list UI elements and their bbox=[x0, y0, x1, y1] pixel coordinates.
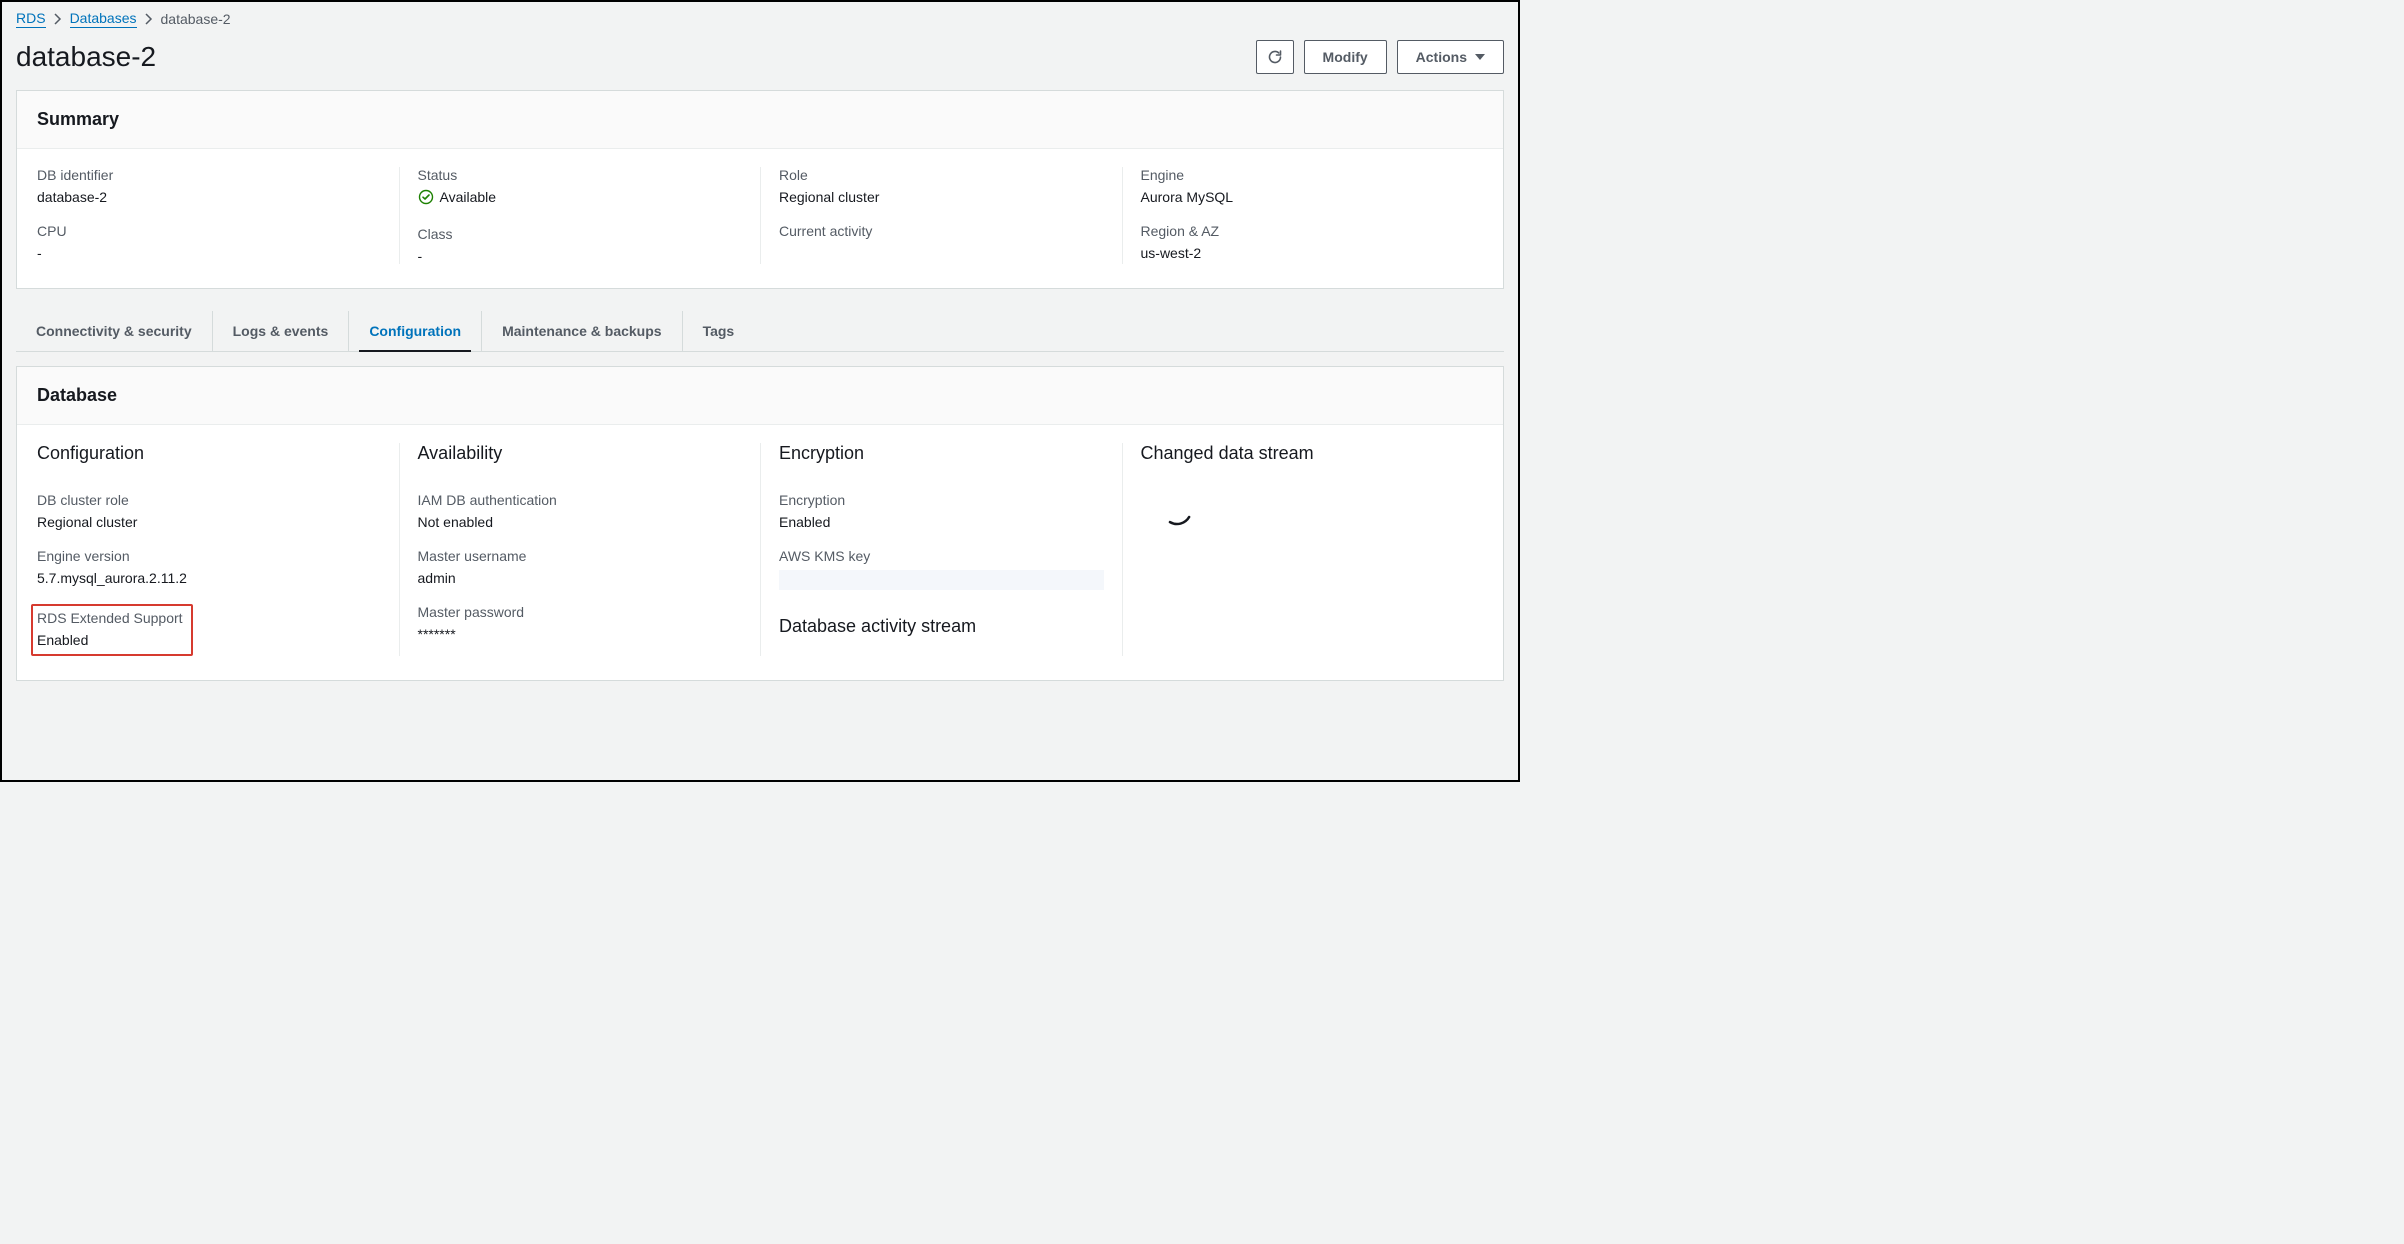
db-identifier-label: DB identifier bbox=[37, 167, 381, 183]
summary-header: Summary bbox=[17, 91, 1503, 149]
database-panel: Database Configuration DB cluster role R… bbox=[16, 366, 1504, 681]
master-password-label: Master password bbox=[418, 604, 743, 620]
rds-extended-support-label: RDS Extended Support bbox=[37, 610, 183, 626]
db-cluster-role-value: Regional cluster bbox=[37, 514, 381, 530]
database-header: Database bbox=[17, 367, 1503, 425]
encryption-heading: Encryption bbox=[779, 443, 1104, 464]
role-value: Regional cluster bbox=[779, 189, 1104, 205]
summary-panel: Summary DB identifier database-2 CPU - S… bbox=[16, 90, 1504, 289]
refresh-button[interactable] bbox=[1256, 40, 1294, 74]
master-password-value: ******* bbox=[418, 626, 743, 642]
actions-button[interactable]: Actions bbox=[1397, 40, 1504, 74]
class-label: Class bbox=[418, 226, 743, 242]
engine-label: Engine bbox=[1141, 167, 1466, 183]
page-title: database-2 bbox=[16, 41, 156, 73]
current-activity-label: Current activity bbox=[779, 223, 1104, 239]
database-title: Database bbox=[37, 385, 1483, 406]
actions-button-label: Actions bbox=[1416, 49, 1467, 65]
status-label: Status bbox=[418, 167, 743, 183]
changed-data-stream-heading: Changed data stream bbox=[1141, 443, 1466, 464]
region-az-value: us-west-2 bbox=[1141, 245, 1466, 261]
header-actions: Modify Actions bbox=[1256, 40, 1504, 74]
engine-version-value: 5.7.mysql_aurora.2.11.2 bbox=[37, 570, 381, 586]
rds-extended-support-highlight: RDS Extended Support Enabled bbox=[31, 604, 193, 656]
master-username-label: Master username bbox=[418, 548, 743, 564]
iam-auth-label: IAM DB authentication bbox=[418, 492, 743, 508]
kms-key-value-redacted bbox=[779, 570, 1104, 590]
encryption-label: Encryption bbox=[779, 492, 1104, 508]
tab-maintenance[interactable]: Maintenance & backups bbox=[482, 311, 683, 351]
tab-tags[interactable]: Tags bbox=[683, 311, 755, 351]
tabs: Connectivity & security Logs & events Co… bbox=[16, 311, 1504, 352]
refresh-icon bbox=[1267, 49, 1283, 65]
class-value: - bbox=[418, 248, 743, 264]
summary-title: Summary bbox=[37, 109, 1483, 130]
region-az-label: Region & AZ bbox=[1141, 223, 1466, 239]
master-username-value: admin bbox=[418, 570, 743, 586]
database-activity-stream-heading: Database activity stream bbox=[779, 616, 1104, 637]
cpu-value: - bbox=[37, 245, 381, 261]
availability-heading: Availability bbox=[418, 443, 743, 464]
rds-extended-support-value: Enabled bbox=[37, 632, 183, 648]
breadcrumb: RDS Databases database-2 bbox=[2, 2, 1518, 32]
status-text: Available bbox=[440, 189, 497, 205]
configuration-heading: Configuration bbox=[37, 443, 381, 464]
check-circle-icon bbox=[418, 189, 434, 205]
encryption-value: Enabled bbox=[779, 514, 1104, 530]
loading-spinner-icon bbox=[1159, 492, 1195, 528]
cpu-label: CPU bbox=[37, 223, 381, 239]
engine-value: Aurora MySQL bbox=[1141, 189, 1466, 205]
tab-configuration[interactable]: Configuration bbox=[349, 311, 482, 351]
db-cluster-role-label: DB cluster role bbox=[37, 492, 381, 508]
iam-auth-value: Not enabled bbox=[418, 514, 743, 530]
chevron-right-icon bbox=[54, 13, 62, 25]
kms-key-label: AWS KMS key bbox=[779, 548, 1104, 564]
chevron-right-icon bbox=[145, 13, 153, 25]
breadcrumb-databases[interactable]: Databases bbox=[70, 10, 137, 28]
caret-down-icon bbox=[1475, 54, 1485, 60]
tab-connectivity[interactable]: Connectivity & security bbox=[16, 311, 213, 351]
db-identifier-value: database-2 bbox=[37, 189, 381, 205]
status-value: Available bbox=[418, 189, 497, 205]
tab-logs[interactable]: Logs & events bbox=[213, 311, 350, 351]
breadcrumb-rds[interactable]: RDS bbox=[16, 10, 46, 28]
modify-button[interactable]: Modify bbox=[1304, 40, 1387, 74]
breadcrumb-current: database-2 bbox=[161, 11, 231, 27]
engine-version-label: Engine version bbox=[37, 548, 381, 564]
role-label: Role bbox=[779, 167, 1104, 183]
